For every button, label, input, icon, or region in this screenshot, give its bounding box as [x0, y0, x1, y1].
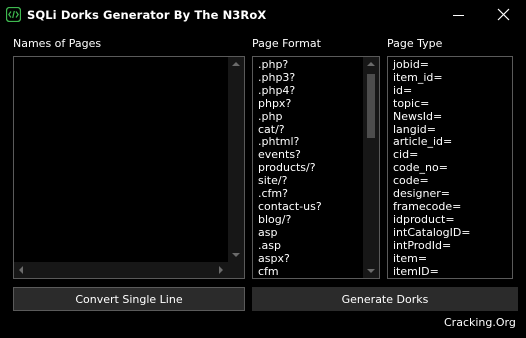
page-format-item[interactable]: blog/?: [258, 213, 322, 227]
code-brackets-icon: [5, 6, 22, 23]
scroll-down-arrow-icon[interactable]: [367, 269, 375, 273]
page-type-label: Page Type: [387, 37, 443, 50]
minimize-icon: [453, 15, 464, 16]
page-type-item[interactable]: idproduct=: [393, 213, 471, 227]
title-bar[interactable]: SQLi Dorks Generator By The N3RoX: [0, 0, 526, 32]
page-format-item[interactable]: .php?: [258, 58, 322, 72]
format-vertical-scrollbar[interactable]: [363, 57, 379, 278]
page-format-item[interactable]: .php4?: [258, 84, 322, 98]
scroll-up-arrow-icon[interactable]: [232, 62, 240, 66]
page-format-item[interactable]: .php: [258, 110, 322, 124]
page-format-item[interactable]: asp: [258, 226, 322, 240]
scroll-thumb[interactable]: [367, 74, 375, 138]
scroll-down-arrow-icon[interactable]: [232, 253, 240, 257]
page-format-list[interactable]: .php? .php3? .php4? phpx? .php cat/? .phtml? ev…: [252, 56, 380, 279]
credit-label: Cracking.Org: [444, 316, 516, 329]
scroll-up-arrow-icon[interactable]: [367, 62, 375, 66]
page-format-item[interactable]: .asp: [258, 239, 322, 253]
convert-single-line-button[interactable]: Convert Single Line: [13, 287, 245, 311]
page-type-item[interactable]: topic=: [393, 97, 471, 111]
page-format-item[interactable]: aspx?: [258, 252, 322, 266]
close-icon: [497, 8, 510, 21]
page-type-list[interactable]: jobid= item_id= id= topic= NewsId= langid= art…: [387, 56, 513, 279]
page-format-items: .php? .php3? .php4? phpx? .php cat/? .phtml? ev…: [258, 58, 322, 279]
page-type-item[interactable]: item_id=: [393, 71, 471, 85]
names-vertical-scrollbar[interactable]: [228, 57, 244, 278]
page-type-item[interactable]: id=: [393, 84, 471, 98]
names-of-pages-label: Names of Pages: [13, 37, 102, 50]
scroll-right-arrow-icon[interactable]: [219, 266, 223, 274]
names-horizontal-scrollbar[interactable]: [14, 262, 228, 278]
page-format-item[interactable]: phpx?: [258, 97, 322, 111]
close-button[interactable]: [480, 0, 526, 30]
scroll-corner: [228, 262, 244, 278]
minimize-button[interactable]: [434, 0, 480, 30]
page-type-item[interactable]: intCatalogID=: [393, 226, 471, 240]
generate-dorks-button[interactable]: Generate Dorks: [252, 287, 518, 311]
page-type-item[interactable]: jobid=: [393, 58, 471, 72]
window-title: SQLi Dorks Generator By The N3RoX: [27, 8, 267, 22]
page-type-item[interactable]: framecode=: [393, 200, 471, 214]
page-format-item[interactable]: contact-us?: [258, 200, 322, 214]
page-format-item[interactable]: cfm: [258, 265, 322, 279]
scroll-left-arrow-icon[interactable]: [19, 266, 23, 274]
page-format-item[interactable]: .php3?: [258, 71, 322, 85]
names-of-pages-textarea[interactable]: [13, 56, 245, 279]
page-format-label: Page Format: [252, 37, 321, 50]
page-type-item[interactable]: NewsId=: [393, 110, 471, 124]
page-type-item[interactable]: itemID=: [393, 265, 471, 279]
page-type-items: jobid= item_id= id= topic= NewsId= langid= art…: [393, 58, 471, 279]
page-type-item[interactable]: intProdId=: [393, 239, 471, 253]
page-type-item[interactable]: item=: [393, 252, 471, 266]
